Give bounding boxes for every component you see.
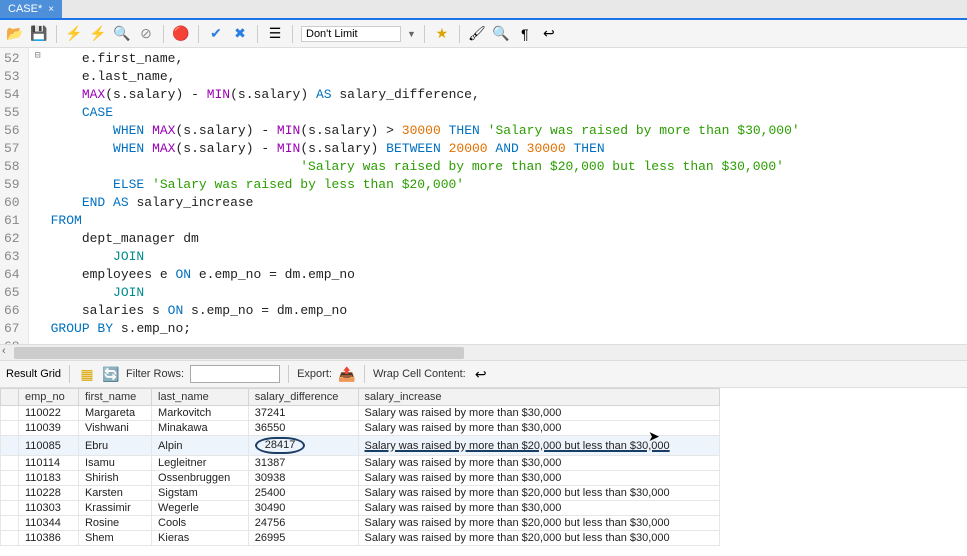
open-icon[interactable]: 📂 — [6, 25, 24, 43]
sql-toolbar: 📂 💾 ⚡ ⚡ 🔍 ⊘ 🔴 ✔ ✖ ☰ ▼ ★ 🖌 🔍 ¶ ↩ — [0, 20, 967, 48]
wrap-icon[interactable]: ↩ — [540, 25, 558, 43]
separator — [459, 25, 460, 43]
line-gutter: 5253545556575859606162636465666768 — [0, 48, 29, 344]
commit-icon[interactable]: 🔴 — [172, 25, 190, 43]
execute-icon[interactable]: ⚡ — [65, 25, 83, 43]
table-row[interactable]: 110386ShemKieras26995Salary was raised b… — [1, 531, 720, 546]
table-row[interactable]: 110183ShirishOssenbruggen30938Salary was… — [1, 471, 720, 486]
separator — [364, 365, 365, 383]
mouse-cursor-icon: ➤ — [648, 428, 660, 445]
separator — [56, 25, 57, 43]
dropdown-icon[interactable]: ▼ — [407, 29, 416, 39]
table-row[interactable]: 110228KarstenSigstam25400Salary was rais… — [1, 486, 720, 501]
separator — [163, 25, 164, 43]
separator — [69, 365, 70, 383]
column-last_name[interactable]: last_name — [152, 389, 249, 406]
table-row[interactable]: 110022MargaretaMarkovitch37241Salary was… — [1, 406, 720, 421]
wrap-label: Wrap Cell Content: — [373, 368, 466, 380]
list-icon[interactable]: ☰ — [266, 25, 284, 43]
column-first_name[interactable]: first_name — [78, 389, 151, 406]
separator — [257, 25, 258, 43]
beautify-icon[interactable]: 🖌 — [468, 25, 486, 43]
filter-input[interactable] — [190, 365, 280, 383]
check-icon[interactable]: ✔ — [207, 25, 225, 43]
table-row[interactable]: 110039VishwaniMinakawa36550Salary was ra… — [1, 421, 720, 436]
save-icon[interactable]: 💾 — [30, 25, 48, 43]
export-icon[interactable]: 📤 — [338, 365, 356, 383]
column-salary_increase[interactable]: salary_increase — [358, 389, 719, 406]
separator — [288, 365, 289, 383]
scrollbar-thumb[interactable] — [14, 347, 464, 359]
refresh-icon[interactable]: 🔄 — [102, 365, 120, 383]
horizontal-scrollbar[interactable]: ‹ — [0, 344, 967, 360]
tab-label: CASE* — [8, 3, 42, 15]
separator — [198, 25, 199, 43]
grid-icon[interactable]: ▦ — [78, 365, 96, 383]
sql-editor[interactable]: 5253545556575859606162636465666768 ⊟ e.f… — [0, 48, 967, 344]
close-icon[interactable]: × — [48, 4, 54, 15]
table-row[interactable]: 110114IsamuLegleitner31387Salary was rai… — [1, 456, 720, 471]
result-grid[interactable]: emp_nofirst_namelast_namesalary_differen… — [0, 388, 720, 546]
column-salary_difference[interactable]: salary_difference — [248, 389, 358, 406]
result-grid-label: Result Grid — [6, 368, 61, 380]
results-toolbar: Result Grid ▦ 🔄 Filter Rows: Export: 📤 W… — [0, 360, 967, 388]
column-emp_no[interactable]: emp_no — [19, 389, 79, 406]
separator — [424, 25, 425, 43]
star-icon[interactable]: ★ — [433, 25, 451, 43]
separator — [292, 25, 293, 43]
table-row[interactable]: 110085EbruAlpin28417Salary was raised by… — [1, 436, 720, 456]
invisible-icon[interactable]: ¶ — [516, 25, 534, 43]
export-label: Export: — [297, 368, 332, 380]
code-content[interactable]: e.first_name, e.last_name, MAX(s.salary)… — [47, 48, 967, 344]
table-row[interactable]: 110344RosineCools24756Salary was raised … — [1, 516, 720, 531]
stop-icon[interactable]: ⊘ — [137, 25, 155, 43]
fold-column[interactable]: ⊟ — [29, 48, 47, 344]
execute-step-icon[interactable]: ⚡ — [89, 25, 107, 43]
explain-icon[interactable]: 🔍 — [113, 25, 131, 43]
limit-select[interactable] — [301, 26, 401, 42]
result-grid-area[interactable]: emp_nofirst_namelast_namesalary_differen… — [0, 388, 967, 556]
filter-label: Filter Rows: — [126, 368, 184, 380]
editor-tab-bar: CASE* × — [0, 0, 967, 20]
table-row[interactable]: 110303KrassimirWegerle30490Salary was ra… — [1, 501, 720, 516]
find-icon[interactable]: 🔍 — [492, 25, 510, 43]
wrap-cell-icon[interactable]: ↩ — [472, 365, 490, 383]
cancel-icon[interactable]: ✖ — [231, 25, 249, 43]
tab-case[interactable]: CASE* × — [0, 0, 62, 18]
